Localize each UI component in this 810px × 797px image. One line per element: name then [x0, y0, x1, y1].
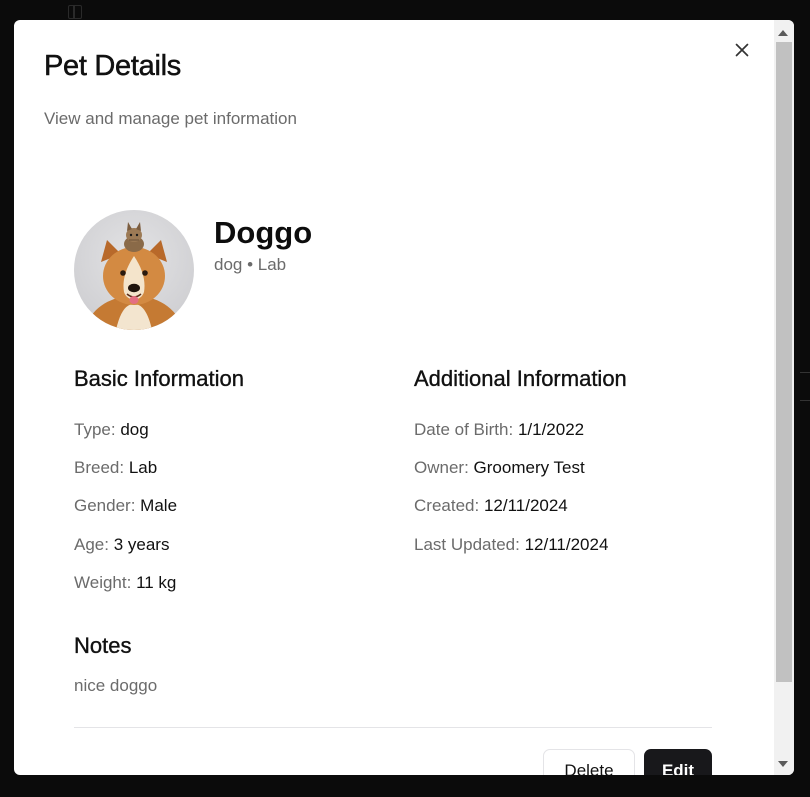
info-row-last-updated: Last Updated: 12/11/2024 [414, 535, 608, 555]
info-row-age: Age: 3 years [74, 535, 169, 555]
info-row-gender: Gender: Male [74, 496, 177, 516]
info-value: 11 kg [136, 573, 177, 592]
info-row-date-of-birth: Date of Birth: 1/1/2022 [414, 420, 584, 440]
info-row-breed: Breed: Lab [74, 458, 157, 478]
info-row-created: Created: 12/11/2024 [414, 496, 568, 516]
additional-information-heading: Additional Information [414, 366, 627, 391]
delete-button[interactable]: Delete [543, 749, 635, 775]
notes-text: nice doggo [74, 676, 158, 695]
notes-heading: Notes [74, 633, 132, 658]
info-label: Date of Birth: [414, 420, 514, 439]
info-value: Groomery Test [473, 458, 585, 477]
pet-photo [84, 222, 184, 330]
background-edge [800, 400, 810, 401]
background-edge [800, 372, 810, 373]
info-value: 12/11/2024 [524, 535, 609, 554]
edit-button[interactable]: Edit [644, 749, 712, 775]
info-label: Type: [74, 420, 116, 439]
scroll-up-arrow-icon[interactable] [778, 30, 788, 36]
pet-name: Doggo [214, 215, 313, 250]
info-value: Lab [128, 458, 158, 477]
info-label: Breed: [74, 458, 125, 477]
info-value: Male [140, 496, 178, 515]
dialog-content: Pet Details View and manage pet informat… [14, 20, 774, 775]
info-label: Weight: [74, 573, 132, 592]
info-label: Last Updated: [414, 535, 520, 554]
dialog-subtitle: View and manage pet information [44, 109, 297, 128]
footer-divider [74, 727, 712, 728]
sidebar-toggle-icon [68, 5, 82, 19]
info-row-type: Type: dog [74, 420, 149, 440]
pet-details-dialog: Pet Details View and manage pet informat… [14, 20, 794, 775]
info-row-weight: Weight: 11 kg [74, 573, 176, 593]
info-label: Age: [74, 535, 109, 554]
info-value: 3 years [113, 535, 170, 554]
pet-avatar [74, 210, 194, 330]
basic-information-heading: Basic Information [74, 366, 244, 391]
info-row-owner: Owner: Groomery Test [414, 458, 585, 478]
close-icon [735, 43, 749, 57]
dialog-scrollbar[interactable] [774, 20, 794, 775]
pet-species-breed: dog • Lab [214, 255, 287, 274]
info-value: 1/1/2022 [517, 420, 585, 439]
info-label: Owner: [414, 458, 469, 477]
dialog-title: Pet Details [44, 50, 182, 83]
close-button[interactable] [732, 40, 752, 60]
scroll-down-arrow-icon[interactable] [778, 761, 788, 767]
scrollbar-thumb[interactable] [776, 42, 792, 682]
info-label: Created: [414, 496, 480, 515]
info-value: 12/11/2024 [483, 496, 568, 515]
info-value: dog [120, 420, 149, 439]
info-label: Gender: [74, 496, 136, 515]
